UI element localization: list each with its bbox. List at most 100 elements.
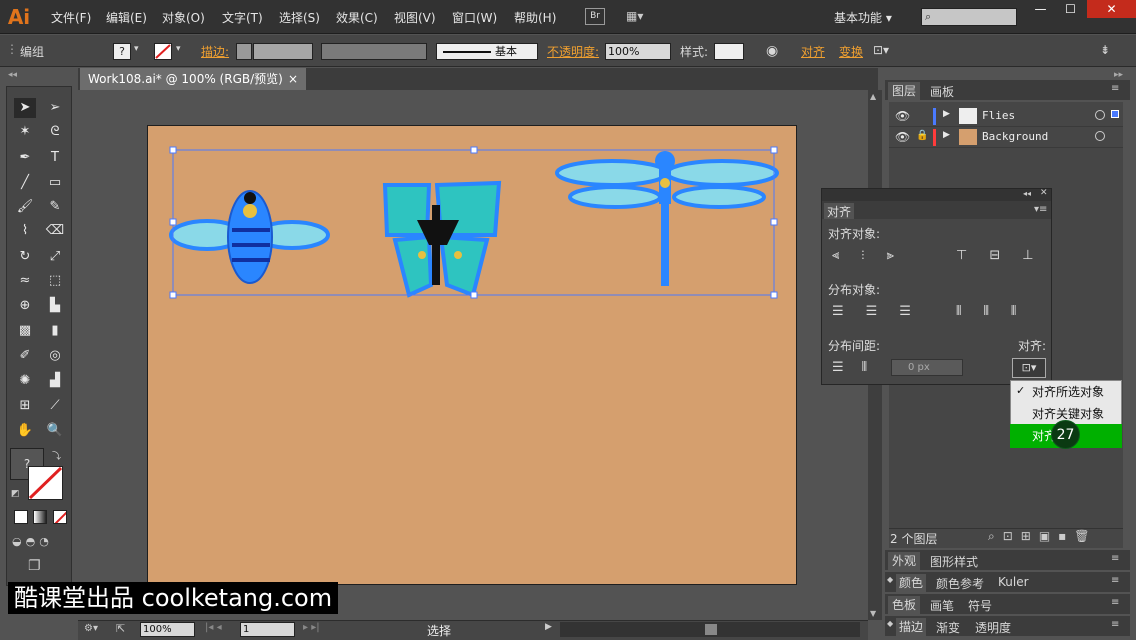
tab-kuler[interactable]: Kuler: [998, 575, 1029, 589]
rotate-tool-icon[interactable]: ↻: [14, 247, 36, 267]
magic-wand-tool-icon[interactable]: ✶: [14, 122, 36, 142]
status-menu-icon[interactable]: ▶: [545, 622, 552, 632]
maximize-button[interactable]: ☐: [1055, 0, 1086, 18]
menu-item-align-selection[interactable]: 对齐所选对象: [1010, 381, 1122, 403]
close-tab-icon[interactable]: ×: [288, 68, 298, 90]
menu-edit[interactable]: 编辑(E): [106, 9, 147, 26]
transform-link[interactable]: 变换: [839, 43, 863, 60]
next-page-icon[interactable]: ▸ ▸|: [303, 622, 320, 633]
symbol-sprayer-tool-icon[interactable]: ✺: [14, 371, 36, 391]
variable-width-profile[interactable]: [321, 43, 427, 60]
line-tool-icon[interactable]: ╱: [14, 173, 36, 193]
spacing-input[interactable]: 0 px: [891, 359, 963, 376]
distribute-horizontal-buttons[interactable]: ⫴⫴⫴: [956, 304, 1038, 319]
workspace-switcher[interactable]: 基本功能 ▾: [834, 9, 892, 26]
blend-tool-icon[interactable]: ◎: [44, 346, 66, 366]
menu-help[interactable]: 帮助(H): [514, 9, 556, 26]
scroll-thumb[interactable]: [705, 624, 717, 635]
lock-icon[interactable]: 🔒: [916, 130, 928, 141]
dragonfly-artwork[interactable]: [555, 151, 779, 286]
slice-tool-icon[interactable]: ⟋: [44, 396, 66, 416]
pen-tool-icon[interactable]: ✒: [14, 148, 36, 168]
align-objects-buttons[interactable]: ⫷⫶⫸: [832, 248, 916, 263]
gradient-tool-icon[interactable]: ▮: [44, 321, 66, 341]
butterfly-artwork[interactable]: [382, 180, 502, 298]
none-mode-icon[interactable]: [53, 510, 67, 524]
target-icon[interactable]: [1095, 110, 1105, 120]
share-icon[interactable]: ⇱: [116, 622, 125, 635]
collapse-icon[interactable]: ◂◂: [8, 70, 17, 80]
first-page-icon[interactable]: |◂ ◂: [205, 622, 222, 633]
mesh-tool-icon[interactable]: ▩: [14, 321, 36, 341]
stroke-color-icon[interactable]: [28, 466, 63, 500]
opacity-input[interactable]: 100%: [605, 43, 671, 60]
warp-tool-icon[interactable]: ≈: [14, 271, 36, 291]
align-vertical-buttons[interactable]: ⊤⊟⊥: [956, 248, 1056, 263]
tab-gradient[interactable]: 渐变: [936, 619, 960, 636]
menu-type[interactable]: 文字(T): [222, 9, 263, 26]
blob-brush-tool-icon[interactable]: ⌇: [14, 221, 36, 241]
scroll-down-icon[interactable]: ▼: [870, 609, 876, 618]
artboard-tool-icon[interactable]: ⊞: [14, 396, 36, 416]
bridge-button[interactable]: Br: [585, 8, 605, 25]
eyedropper-tool-icon[interactable]: ✐: [14, 346, 36, 366]
visibility-eye-icon[interactable]: 👁: [895, 109, 910, 123]
screen-mode-icon[interactable]: ❐: [28, 558, 41, 574]
chevron-down-icon[interactable]: ▾: [176, 44, 181, 54]
document-tab[interactable]: Work108.ai* @ 100% (RGB/预览) ×: [80, 68, 306, 90]
gradient-mode-icon[interactable]: [33, 510, 47, 524]
arrange-documents-icon[interactable]: ▦▾: [626, 9, 654, 24]
tab-layers[interactable]: 图层: [888, 82, 921, 100]
menu-select[interactable]: 选择(S): [279, 9, 320, 26]
layer-row-background[interactable]: 👁 🔒 ▶ Background: [889, 127, 1123, 148]
brush-definition[interactable]: 基本: [436, 43, 538, 60]
distribute-spacing-buttons[interactable]: ☰⫴: [832, 360, 885, 375]
color-mode-icon[interactable]: [14, 510, 28, 524]
layer-name[interactable]: Background: [982, 130, 1048, 143]
free-transform-tool-icon[interactable]: ⬚: [44, 271, 66, 291]
scroll-up-icon[interactable]: ▲: [870, 92, 876, 101]
tab-stroke[interactable]: 描边: [896, 618, 927, 636]
horizontal-scrollbar[interactable]: [560, 622, 860, 637]
chevron-down-icon[interactable]: ▾: [134, 44, 139, 54]
align-panel-titlebar[interactable]: [822, 189, 1051, 201]
stroke-label[interactable]: 描边:: [201, 43, 229, 60]
panel-menu-icon[interactable]: ≡: [1111, 597, 1119, 608]
target-icon[interactable]: [1095, 131, 1105, 141]
menu-file[interactable]: 文件(F): [51, 9, 91, 26]
tab-brushes[interactable]: 画笔: [930, 597, 954, 614]
collapse-icon[interactable]: ◂◂: [1023, 189, 1031, 198]
tab-align[interactable]: 对齐: [824, 203, 855, 219]
menu-view[interactable]: 视图(V): [394, 9, 436, 26]
zoom-input[interactable]: 100%: [140, 622, 195, 637]
scale-tool-icon[interactable]: ⤢: [44, 247, 66, 267]
stroke-swatch[interactable]: [154, 43, 172, 60]
visibility-eye-icon[interactable]: 👁: [895, 130, 910, 144]
zoom-menu-icon[interactable]: ⚙▾: [84, 623, 98, 634]
collapse-icon[interactable]: ◆: [887, 619, 893, 628]
type-tool-icon[interactable]: T: [44, 148, 66, 168]
minimize-button[interactable]: —: [1025, 0, 1056, 18]
selection-tool-icon[interactable]: ➤: [14, 98, 36, 118]
hand-tool-icon[interactable]: ✋: [14, 421, 36, 441]
menu-effect[interactable]: 效果(C): [336, 9, 378, 26]
panel-menu-icon[interactable]: ≡: [1111, 619, 1119, 630]
opacity-label[interactable]: 不透明度:: [547, 43, 599, 60]
expand-panels-icon[interactable]: ▸▸: [1114, 70, 1123, 80]
page-input[interactable]: 1: [240, 622, 295, 637]
paintbrush-tool-icon[interactable]: 🖌: [14, 197, 36, 217]
pencil-tool-icon[interactable]: ✎: [44, 197, 66, 217]
column-graph-tool-icon[interactable]: ▟: [44, 371, 66, 391]
tab-symbols[interactable]: 符号: [968, 597, 992, 614]
close-button[interactable]: ✕: [1087, 0, 1136, 18]
distribute-objects-buttons[interactable]: ☰☰☰: [832, 304, 933, 319]
fill-swatch[interactable]: ?: [113, 43, 131, 60]
tab-swatches[interactable]: 色板: [888, 596, 921, 614]
menu-object[interactable]: 对象(O): [162, 9, 205, 26]
tab-graphic-styles[interactable]: 图形样式: [930, 553, 978, 570]
draw-mode-icons[interactable]: ◒◓◔: [12, 535, 53, 548]
graphic-style-picker[interactable]: [714, 43, 744, 60]
expand-arrow-icon[interactable]: ▶: [943, 130, 950, 140]
panel-menu-icon[interactable]: ≡: [1111, 575, 1119, 586]
layer-actions-icons[interactable]: ⌕⊡⊞▣▪🗑: [988, 529, 1098, 544]
